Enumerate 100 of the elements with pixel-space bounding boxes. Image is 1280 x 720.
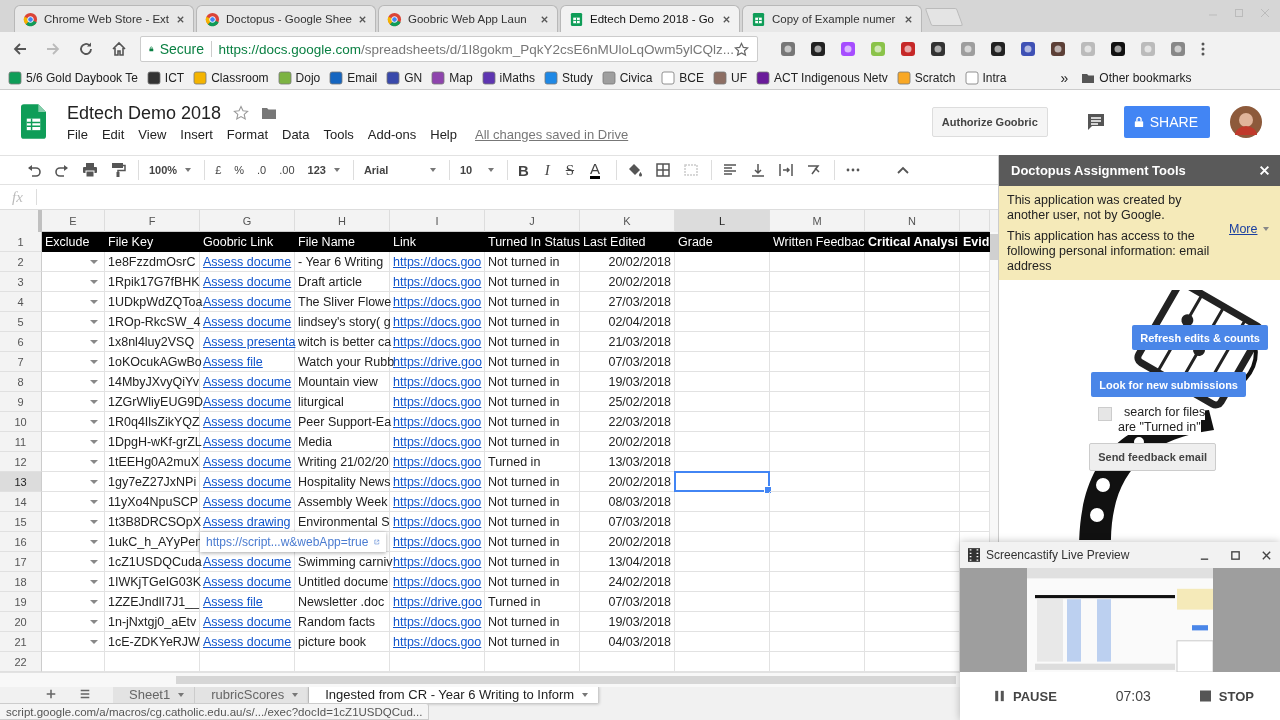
column-header[interactable]: M [770, 210, 865, 232]
menu-item[interactable]: File [67, 127, 88, 142]
column-header[interactable]: E [42, 210, 105, 232]
merge-cells-icon[interactable] [683, 162, 700, 178]
menu-item[interactable]: Edit [101, 127, 125, 142]
align-left-icon[interactable] [722, 162, 739, 178]
more-bookmarks-button[interactable]: » [1060, 69, 1069, 86]
close-icon[interactable] [540, 14, 549, 24]
row-number[interactable]: 6 [0, 332, 42, 352]
row-number[interactable]: 12 [0, 452, 42, 472]
assess-link[interactable]: Assess file [200, 594, 266, 609]
dropdown-icon[interactable] [90, 560, 98, 564]
italic-button[interactable]: I [544, 161, 550, 179]
dropdown-icon[interactable] [90, 520, 98, 524]
sheet-list-icon[interactable] [79, 688, 91, 700]
fill-color-icon[interactable] [627, 162, 644, 178]
dropdown-icon[interactable] [90, 540, 98, 544]
row-number[interactable]: 15 [0, 512, 42, 532]
row-number[interactable]: 9 [0, 392, 42, 412]
row-number[interactable]: 19 [0, 592, 42, 612]
file-link[interactable]: https://docs.goo [390, 474, 485, 489]
bookmark[interactable]: Email [329, 70, 378, 85]
row-number[interactable]: 13 [0, 472, 42, 492]
bold-button[interactable]: B [517, 161, 529, 179]
more-link[interactable]: More [1229, 221, 1270, 236]
assess-link[interactable]: Assess docume [200, 434, 295, 449]
currency-button[interactable]: £ [215, 164, 222, 176]
row-number[interactable]: 20 [0, 612, 42, 632]
dropdown-icon[interactable] [90, 400, 98, 404]
dropdown-icon[interactable] [90, 380, 98, 384]
row-number[interactable]: 16 [0, 532, 42, 552]
bookmark[interactable]: Classroom [193, 70, 269, 85]
bookmark[interactable]: GN [386, 70, 423, 85]
file-link[interactable]: https://docs.goo [390, 394, 485, 409]
folder-icon[interactable] [261, 105, 278, 121]
column-header[interactable]: I [390, 210, 485, 232]
dropdown-icon[interactable] [90, 600, 98, 604]
avatar[interactable] [1230, 106, 1262, 138]
text-color-button[interactable]: A [590, 161, 601, 179]
bookmark[interactable]: Intra [964, 70, 1007, 85]
menu-item[interactable]: Add-ons [367, 127, 417, 142]
file-link[interactable]: https://docs.goo [390, 374, 485, 389]
refresh-button[interactable]: Refresh edits & counts [1132, 325, 1268, 350]
close-icon[interactable] [176, 14, 185, 24]
dropdown-icon[interactable] [90, 320, 98, 324]
file-link[interactable]: https://docs.goo [390, 614, 485, 629]
browser-tab[interactable]: Goobric Web App Laun [378, 5, 558, 32]
browser-tab[interactable]: Doctopus - Google Shee [196, 5, 376, 32]
column-header[interactable]: G [200, 210, 295, 232]
row-number[interactable]: 22 [0, 652, 42, 672]
assess-link[interactable]: Assess presenta [200, 334, 299, 349]
number-format-dropdown[interactable]: 123 [307, 164, 340, 176]
menu-icon[interactable] [1200, 41, 1206, 57]
paint-format-icon[interactable] [110, 162, 126, 178]
extension-icon[interactable] [1020, 41, 1036, 57]
row-number[interactable]: 18 [0, 572, 42, 592]
assess-link[interactable]: Assess file [200, 354, 266, 369]
assess-link[interactable]: Assess docume [200, 454, 295, 469]
bookmark[interactable]: UF [713, 70, 747, 85]
increase-decimals-button[interactable]: .00 [279, 164, 295, 176]
row-number[interactable]: 21 [0, 632, 42, 652]
dropdown-icon[interactable] [90, 360, 98, 364]
row-number[interactable]: 17 [0, 552, 42, 572]
star-icon[interactable] [233, 105, 250, 121]
add-sheet-icon[interactable] [45, 688, 57, 700]
file-link[interactable]: https://docs.goo [390, 254, 485, 269]
dropdown-icon[interactable] [90, 620, 98, 624]
redo-icon[interactable] [54, 162, 70, 178]
assess-link[interactable]: Assess docume [200, 474, 295, 489]
file-link[interactable]: https://docs.goo [390, 434, 485, 449]
assess-link[interactable]: Assess drawing [200, 514, 294, 529]
assess-link[interactable]: Assess docume [200, 254, 295, 269]
row-number[interactable]: 2 [0, 252, 42, 272]
file-link[interactable]: https://docs.goo [390, 334, 485, 349]
assess-link[interactable]: Assess docume [200, 614, 295, 629]
menu-item[interactable]: Data [282, 127, 310, 142]
row-number[interactable]: 5 [0, 312, 42, 332]
feedback-button[interactable]: Send feedback email [1089, 443, 1216, 471]
bookmark[interactable]: BCE [661, 70, 704, 85]
menu-item[interactable]: View [138, 127, 167, 142]
share-button[interactable]: SHARE [1123, 106, 1210, 138]
percent-button[interactable]: % [234, 164, 245, 176]
menu-item[interactable]: Tools [323, 127, 354, 142]
print-icon[interactable] [82, 162, 98, 178]
borders-icon[interactable] [655, 162, 672, 178]
selected-cell[interactable] [674, 471, 770, 492]
extension-icon[interactable] [1050, 41, 1066, 57]
extension-icon[interactable] [990, 41, 1006, 57]
address-bar[interactable]: Secure https://docs.google.com/spreadsheets/d/1I8gokm_PqkY2csE6nMUloLqOwm5ylCQlz... [140, 36, 758, 62]
scrollbar-thumb[interactable] [176, 676, 956, 684]
menu-item[interactable]: Insert [180, 127, 213, 142]
assess-link[interactable]: Assess docume [200, 494, 295, 509]
row-number[interactable]: 7 [0, 352, 42, 372]
file-link[interactable]: https://docs.goo [390, 414, 485, 429]
column-header[interactable]: F [105, 210, 200, 232]
back-icon[interactable] [12, 41, 28, 57]
dropdown-icon[interactable] [90, 440, 98, 444]
file-link[interactable]: https://docs.goo [390, 274, 485, 289]
assess-link[interactable]: Assess docume [200, 274, 295, 289]
dropdown-icon[interactable] [90, 500, 98, 504]
